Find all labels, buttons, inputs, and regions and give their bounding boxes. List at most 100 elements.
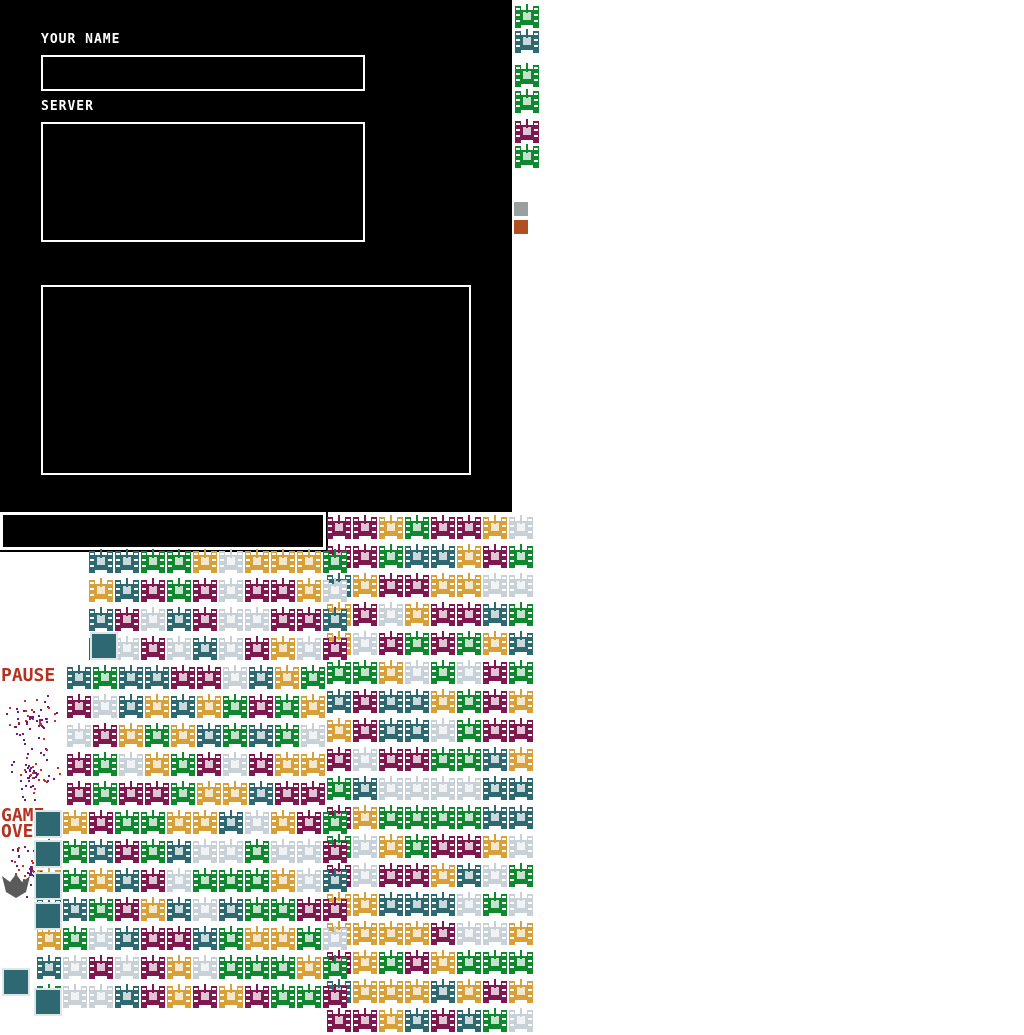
tank-sprite-icon [93, 752, 117, 776]
tank-sprite-icon [327, 718, 351, 742]
tank-sprite-icon [301, 723, 325, 747]
tank-sprite-icon [167, 839, 191, 863]
name-field-frame [41, 55, 365, 91]
tank-sprite-icon [219, 607, 243, 631]
tank-sprite-icon [301, 781, 325, 805]
log-area[interactable] [43, 287, 469, 473]
tank-sprite-icon [197, 665, 221, 689]
tank-sprite-icon [379, 805, 403, 829]
tank-sprite-icon [405, 950, 429, 974]
tank-sprite-icon [271, 897, 295, 921]
tank-sprite-icon [119, 781, 143, 805]
tank-sprite-icon [67, 665, 91, 689]
tank-sprite-icon [353, 834, 377, 858]
pause-text: PAUSE [1, 665, 56, 686]
tank-sprite-icon [431, 979, 455, 1003]
tank-sprite-icon [89, 926, 113, 950]
tank-sprite-icon [245, 955, 269, 979]
tank-sprite-icon [219, 984, 243, 1008]
tank-sprite-icon [323, 810, 347, 834]
timer-powerup-icon [90, 632, 118, 660]
tank-sprite-icon [509, 718, 533, 742]
tank-sprite-icon [223, 781, 247, 805]
tank-sprite-icon [353, 544, 377, 568]
tank-sprite-icon [167, 810, 191, 834]
tank-sprite-icon [197, 723, 221, 747]
tank-sprite-icon [509, 805, 533, 829]
tank-sprite-icon [405, 747, 429, 771]
tank-sprite-icon [457, 863, 481, 887]
tank-sprite-icon [171, 694, 195, 718]
tank-sprite-icon [431, 892, 455, 916]
tank-sprite-icon [145, 694, 169, 718]
tank-sprite-icon [483, 805, 507, 829]
tank-sprite-icon [379, 718, 403, 742]
tank-sprite-icon [193, 810, 217, 834]
server-label: SERVER [41, 99, 94, 114]
tank-sprite-icon [457, 805, 481, 829]
tank-sprite-icon [323, 868, 347, 892]
tank-sprite-icon [115, 897, 139, 921]
tank-sprite-icon [431, 515, 455, 539]
tank-sprite-icon [119, 694, 143, 718]
tank-sprite-icon [483, 950, 507, 974]
tank-sprite-icon [167, 607, 191, 631]
tank-sprite-icon [223, 694, 247, 718]
tank-sprite-icon [63, 810, 87, 834]
tank-sprite-icon [431, 747, 455, 771]
tank-sprite-icon [89, 607, 113, 631]
tank-sprite-icon [405, 834, 429, 858]
tank-sprite-icon [219, 839, 243, 863]
tank-sprite-icon [271, 810, 295, 834]
tank-sprite-icon [271, 868, 295, 892]
tank-sprite-icon [297, 607, 321, 631]
tank-sprite-icon [353, 515, 377, 539]
tank-sprite-icon [63, 897, 87, 921]
tank-sprite-icon [457, 776, 481, 800]
tank-sprite-icon [271, 549, 295, 573]
tank-sprite-icon [275, 723, 299, 747]
server-input[interactable] [43, 124, 363, 240]
tank-sprite-icon [271, 636, 295, 660]
tank-sprite-icon [431, 718, 455, 742]
tank-sprite-icon [483, 747, 507, 771]
tank-sprite-icon [405, 892, 429, 916]
tank-sprite-icon [353, 979, 377, 1003]
tank-sprite-icon [275, 665, 299, 689]
tank-sprite-icon [89, 810, 113, 834]
tank-sprite-icon [323, 926, 347, 950]
tank-sprite-icon [219, 578, 243, 602]
tank-sprite-icon [89, 868, 113, 892]
tank-sprite-icon [323, 897, 347, 921]
chat-input[interactable] [3, 515, 323, 547]
tank-sprite-icon [457, 1008, 481, 1032]
tank-sprite-icon [219, 955, 243, 979]
tank-sprite-icon [193, 549, 217, 573]
tank-sprite-icon [167, 926, 191, 950]
tank-sprite-icon [405, 921, 429, 945]
tank-sprite-icon [323, 549, 347, 573]
tank-sprite-icon [457, 979, 481, 1003]
tank-sprite-icon [405, 544, 429, 568]
tank-sprite-icon [509, 660, 533, 684]
tank-sprite-icon [63, 955, 87, 979]
tank-sprite-icon [141, 839, 165, 863]
tank-sprite-icon [509, 892, 533, 916]
tank-sprite-icon [167, 868, 191, 892]
tank-sprite-icon [483, 544, 507, 568]
tank-sprite-icon [457, 921, 481, 945]
tank-sprite-icon [141, 984, 165, 1008]
tank-sprite-icon [509, 573, 533, 597]
name-input[interactable] [43, 57, 363, 89]
tank-sprite-icon [93, 694, 117, 718]
tank-sprite-icon [457, 718, 481, 742]
tank-sprite-icon [405, 979, 429, 1003]
tank-sprite-icon [193, 636, 217, 660]
tank-sprite-icon [457, 689, 481, 713]
tank-sprite-icon [37, 955, 61, 979]
tank-sprite-icon [379, 950, 403, 974]
tank-sprite-icon [119, 752, 143, 776]
tank-sprite-icon [297, 549, 321, 573]
tank-sprite-icon [141, 955, 165, 979]
tank-sprite-icon [431, 776, 455, 800]
